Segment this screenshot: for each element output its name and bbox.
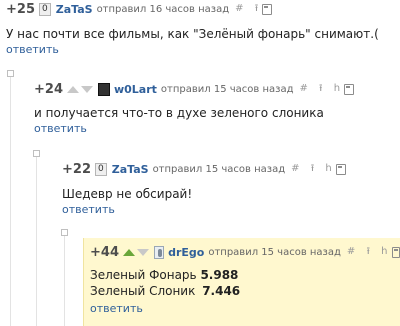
- thread-line: [10, 75, 11, 326]
- comment-text: Шедевр не обсирай!: [62, 187, 193, 201]
- comment-2: +24 w0Lart отправил 15 часов назад # ⭱ h…: [34, 81, 400, 136]
- comment-meta: отправил 15 часов назад: [208, 246, 341, 258]
- save-icon[interactable]: [344, 83, 355, 95]
- comment-header: +25 0 ZaTaS отправил 16 часов назад # ⭱: [6, 1, 400, 17]
- downvote-icon[interactable]: [80, 85, 93, 93]
- comment-action-icon[interactable]: # ⭱ h: [291, 163, 336, 174]
- comment-meta: отправил 15 часов назад: [152, 163, 286, 175]
- comment-author[interactable]: w0Lart: [114, 83, 157, 96]
- comment-actions-icons: # ⭱ h: [300, 81, 345, 98]
- comment-1: +25 0 ZaTaS отправил 16 часов назад # ⭱ …: [6, 1, 400, 57]
- rating-value: 5.988: [200, 268, 239, 282]
- rating-value: 7.446: [202, 284, 241, 298]
- upvote-icon[interactable]: [122, 248, 135, 256]
- comment-actions-icons: # ⭱: [235, 1, 262, 18]
- save-icon[interactable]: [335, 163, 346, 175]
- comment-header: +44 drEgo отправил 15 часов назад # ⭱ h: [90, 244, 400, 260]
- comment-text: У нас почти все фильмы, как "Зелёный фон…: [6, 27, 379, 41]
- save-icon[interactable]: [391, 246, 400, 258]
- comment-score: +22: [62, 161, 91, 177]
- rating-label: Зеленый Слоник: [90, 284, 196, 298]
- save-icon[interactable]: [262, 3, 273, 15]
- comment-header: +22 0 ZaTaS отправил 15 часов назад # ⭱ …: [62, 161, 400, 177]
- comment-actions-icons: # ⭱ h: [291, 161, 336, 178]
- comment-action-icon[interactable]: # ⭱ h: [300, 83, 345, 94]
- downvote-icon[interactable]: [136, 248, 149, 256]
- collapse-toggle[interactable]: [33, 150, 40, 157]
- avatar: [153, 245, 165, 259]
- reply-link[interactable]: ответить: [6, 43, 400, 57]
- comment-action-icon[interactable]: # ⭱: [235, 3, 262, 14]
- comment-meta: отправил 16 часов назад: [96, 3, 230, 15]
- vote-controls: [122, 248, 149, 256]
- rating-label: Зеленый Фонарь: [90, 268, 197, 282]
- comment-author[interactable]: drEgo: [168, 246, 204, 259]
- comment-score: +25: [6, 1, 35, 17]
- comment-author[interactable]: ZaTaS: [56, 3, 93, 16]
- avatar: [97, 82, 110, 96]
- comment-line: Зеленый Фонарь 5.988: [90, 267, 400, 283]
- thread-line: [64, 234, 65, 326]
- comment-author[interactable]: ZaTaS: [112, 163, 149, 176]
- upvote-icon[interactable]: [66, 85, 79, 93]
- comment-score: +24: [34, 81, 63, 97]
- reply-link[interactable]: ответить: [34, 122, 400, 136]
- comment-4: +44 drEgo отправил 15 часов назад # ⭱ h …: [90, 244, 400, 316]
- comment-action-icon[interactable]: # ⭱ h: [347, 246, 392, 257]
- collapse-toggle[interactable]: [61, 229, 68, 236]
- comment-header: +24 w0Lart отправил 15 часов назад # ⭱ h: [34, 81, 400, 97]
- vote-controls: [66, 85, 93, 93]
- comment-actions-icons: # ⭱ h: [347, 244, 392, 261]
- comment-3: +22 0 ZaTaS отправил 15 часов назад # ⭱ …: [62, 161, 400, 217]
- comment-score: +44: [90, 244, 119, 260]
- comment-line: Зеленый Слоник 7.446: [90, 283, 400, 299]
- collapse-toggle[interactable]: [7, 70, 14, 77]
- thread-line: [36, 154, 37, 326]
- user-badge: 0: [94, 162, 107, 176]
- user-badge: 0: [38, 2, 51, 16]
- reply-link[interactable]: ответить: [90, 302, 400, 316]
- comment-text: и получается что-то в духе зеленого слон…: [34, 106, 324, 120]
- comment-meta: отправил 15 часов назад: [160, 83, 294, 95]
- reply-link[interactable]: ответить: [62, 203, 400, 217]
